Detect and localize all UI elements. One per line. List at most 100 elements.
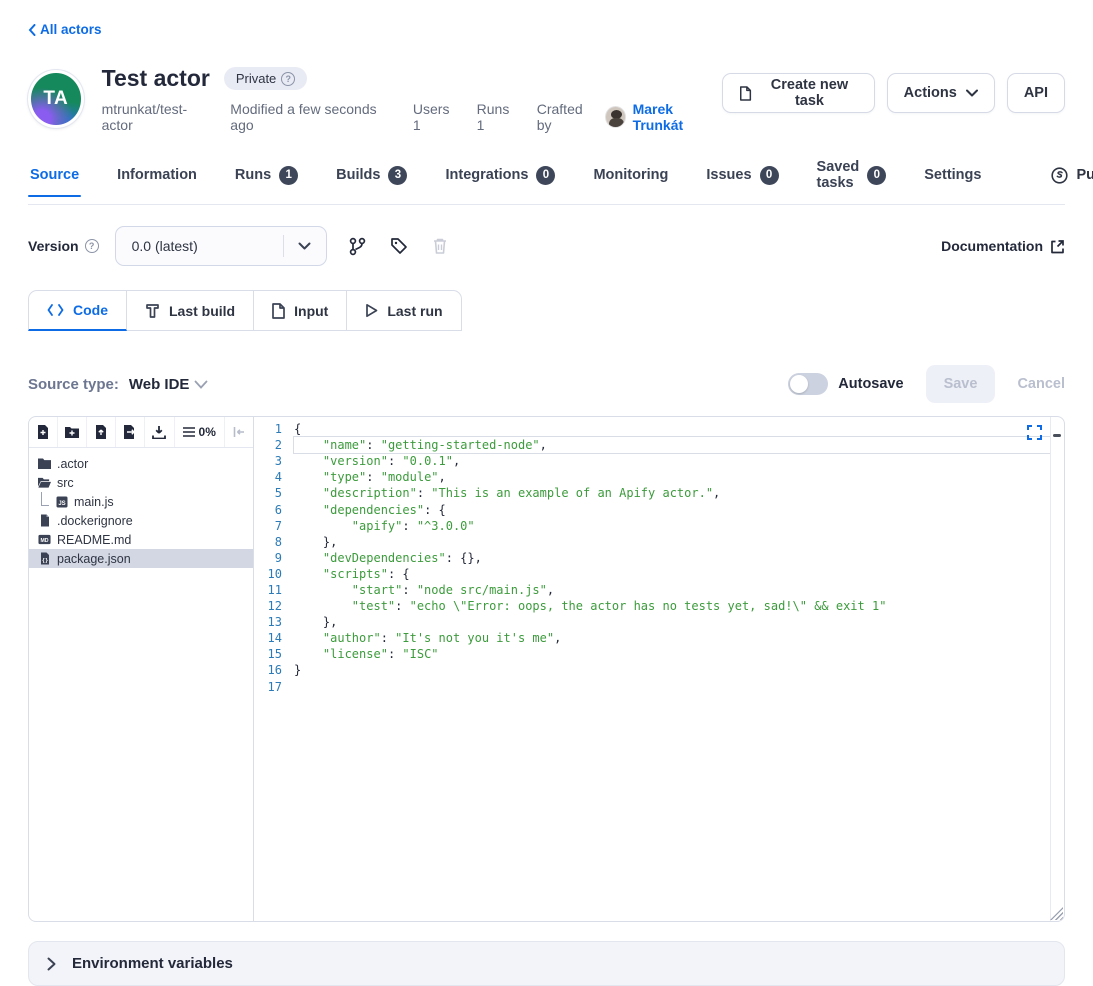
tree-item-dockerignore[interactable]: .dockerignore: [29, 511, 253, 530]
code-line[interactable]: 17: [254, 679, 1050, 695]
code-line[interactable]: 10 "scripts": {: [254, 566, 1050, 582]
code-line[interactable]: 12 "test": "echo \"Error: oops, the acto…: [254, 598, 1050, 614]
code-line[interactable]: 6 "dependencies": {: [254, 501, 1050, 517]
code-text-wrap: "test": "echo \"Error: oops, the actor h…: [294, 598, 1050, 614]
git-branch-icon: [349, 237, 366, 256]
autosave-toggle[interactable]: [788, 373, 828, 395]
tree-item-package-json[interactable]: {}package.json: [29, 549, 253, 568]
code-text-wrap: "license": "ISC": [294, 646, 1050, 662]
code-line[interactable]: 8 },: [254, 534, 1050, 550]
tab-builds[interactable]: Builds3: [334, 166, 409, 198]
line-number: 14: [254, 631, 294, 645]
tab-label: Information: [117, 167, 197, 183]
tab-integrations[interactable]: Integrations0: [443, 166, 557, 198]
version-select[interactable]: 0.0 (latest): [115, 226, 327, 266]
line-number: 11: [254, 583, 294, 597]
tab-settings[interactable]: Settings: [922, 167, 983, 196]
code-line[interactable]: 5 "description": "This is an example of …: [254, 485, 1050, 501]
scrollbar-thumb[interactable]: [1053, 434, 1061, 437]
tab-label: Issues: [706, 167, 751, 183]
code-text: {: [294, 422, 301, 436]
code-text: "dependencies": {: [294, 503, 446, 517]
file-icon: [38, 515, 51, 527]
fullscreen-button[interactable]: [1027, 425, 1042, 443]
tab-issues[interactable]: Issues 0: [704, 166, 780, 198]
autosave-label: Autosave: [838, 376, 903, 392]
subtab-input[interactable]: Input: [254, 290, 347, 331]
private-badge: Private ?: [224, 67, 307, 90]
tree-item-label: package.json: [57, 552, 131, 566]
code-text-wrap: "type": "module",: [294, 469, 1050, 485]
actions-menu-button[interactable]: Actions: [887, 73, 995, 113]
upload-file-button[interactable]: [87, 417, 116, 447]
tab-information[interactable]: Information: [115, 167, 199, 196]
tree-item-label: .actor: [57, 457, 88, 471]
vertical-scrollbar[interactable]: [1050, 417, 1064, 921]
author-link[interactable]: Marek Trunkát: [633, 101, 723, 133]
collapse-panel-button[interactable]: [225, 417, 253, 447]
create-new-task-button[interactable]: Create new task: [722, 73, 875, 113]
code-text-wrap: },: [294, 534, 1050, 550]
code-line[interactable]: 9 "devDependencies": {},: [254, 550, 1050, 566]
publication-icon: [1051, 167, 1068, 184]
code-line[interactable]: 11 "start": "node src/main.js",: [254, 582, 1050, 598]
users-count: Users 1: [413, 101, 459, 133]
cancel-button[interactable]: Cancel: [1017, 376, 1065, 392]
code-line[interactable]: 2 "name": "getting-started-node",: [254, 437, 1050, 453]
code-text-wrap: {: [294, 421, 1050, 437]
count-badge: 0: [760, 166, 779, 185]
subtab-label: Code: [73, 302, 108, 318]
modified-label: Modified a few seconds ago: [230, 101, 395, 133]
add-file-button[interactable]: [29, 417, 58, 447]
code-line[interactable]: 15 "license": "ISC": [254, 646, 1050, 662]
tab-saved-tasks[interactable]: Saved tasks0: [815, 159, 889, 204]
code-line[interactable]: 4 "type": "module",: [254, 469, 1050, 485]
breadcrumb[interactable]: All actors: [28, 22, 102, 37]
version-help-icon[interactable]: ?: [85, 239, 99, 253]
code-text: "test": "echo \"Error: oops, the actor h…: [294, 599, 886, 613]
tab-runs[interactable]: Runs1: [233, 166, 300, 198]
tree-item-README-md[interactable]: MDREADME.md: [29, 530, 253, 549]
git-branch-button[interactable]: [347, 235, 368, 258]
subtab-code[interactable]: Code: [28, 290, 127, 331]
tab-label: Runs: [235, 167, 271, 183]
subtab-last-build[interactable]: Last build: [127, 290, 254, 331]
help-icon[interactable]: ?: [281, 72, 295, 86]
chevron-down-icon[interactable]: [284, 242, 326, 250]
tree-item-src[interactable]: src: [29, 473, 253, 492]
tab-label: Monitoring: [593, 167, 668, 183]
tab-source[interactable]: Source: [28, 167, 81, 196]
line-number: 13: [254, 615, 294, 629]
subtab-label: Last run: [387, 303, 442, 319]
code-line[interactable]: 1{: [254, 421, 1050, 437]
tab-monitoring[interactable]: Monitoring: [591, 167, 670, 196]
page-icon: [272, 303, 285, 319]
source-type-select[interactable]: Web IDE: [129, 376, 209, 393]
documentation-link[interactable]: Documentation: [941, 238, 1065, 254]
code-line[interactable]: 13 },: [254, 614, 1050, 630]
add-folder-button[interactable]: [58, 417, 87, 447]
tree-item-label: .dockerignore: [57, 514, 133, 528]
zoom-control[interactable]: 0%: [175, 417, 225, 447]
chevron-right-icon: [47, 957, 56, 971]
environment-variables-panel[interactable]: Environment variables: [28, 941, 1065, 986]
code-editor[interactable]: 1{2 "name": "getting-started-node",3 "ve…: [254, 417, 1064, 921]
delete-version-button[interactable]: [430, 235, 450, 257]
code-line[interactable]: 16}: [254, 662, 1050, 678]
code-line[interactable]: 3 "version": "0.0.1",: [254, 453, 1050, 469]
code-line[interactable]: 7 "apify": "^3.0.0": [254, 518, 1050, 534]
save-button[interactable]: Save: [926, 365, 996, 403]
tree-item-actor[interactable]: .actor: [29, 454, 253, 473]
download-icon: [152, 426, 166, 439]
tab-publication[interactable]: Publication: [1051, 167, 1093, 197]
code-text-wrap: "scripts": {: [294, 566, 1050, 582]
subtab-last-run[interactable]: Last run: [347, 290, 461, 331]
code-line[interactable]: 14 "author": "It's not you it's me",: [254, 630, 1050, 646]
move-file-button[interactable]: [116, 417, 145, 447]
tree-item-main-js[interactable]: JSmain.js: [29, 492, 253, 511]
collapse-left-icon: [233, 427, 245, 437]
code-text: "type": "module",: [294, 470, 446, 484]
download-button[interactable]: [145, 417, 174, 447]
tag-button[interactable]: [388, 235, 410, 257]
api-button[interactable]: API: [1007, 73, 1065, 113]
